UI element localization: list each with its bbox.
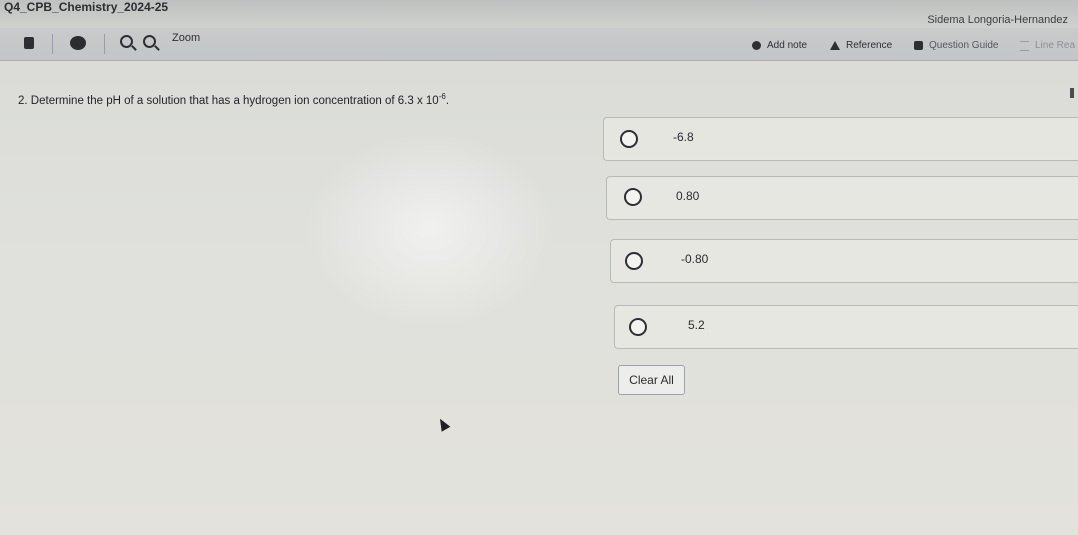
assessment-title: Q4_CPB_Chemistry_2024-25 <box>4 0 169 14</box>
clear-all-button[interactable]: Clear All <box>618 365 685 395</box>
zoom-label: Zoom <box>172 32 201 44</box>
question-number: 2. <box>18 94 28 107</box>
answer-choice-b[interactable]: 0.80 <box>606 176 1078 220</box>
question-prompt: 2. Determine the pH of a solution that h… <box>18 92 449 107</box>
add-note-icon <box>752 41 761 50</box>
radio-button[interactable] <box>624 188 642 206</box>
line-reader-button[interactable]: Line Rea <box>1020 40 1075 51</box>
line-reader-label: Line Rea <box>1035 40 1076 51</box>
flask-icon <box>830 41 840 50</box>
zoom-in-icon[interactable] <box>143 35 156 48</box>
question-guide-icon <box>914 41 923 50</box>
radio-button[interactable] <box>629 318 647 336</box>
title-bar: Q4_CPB_Chemistry_2024-25 Sidema Longoria… <box>0 0 1078 28</box>
choice-label: -0.80 <box>681 252 709 266</box>
concentration-value: 6.3 x 10 <box>397 94 439 107</box>
question-guide-button[interactable]: Question Guide <box>914 40 999 51</box>
choice-label: 5.2 <box>688 318 705 332</box>
zoom-out-icon[interactable] <box>120 35 133 48</box>
answer-choice-c[interactable]: -0.80 <box>610 239 1078 283</box>
line-reader-icon <box>1020 40 1029 51</box>
student-name: Sidema Longoria-Hernandez <box>927 14 1068 26</box>
bookmark-icon[interactable] <box>24 37 34 49</box>
add-note-button[interactable]: Add note <box>752 40 807 51</box>
concentration-exponent: -6 <box>438 92 446 101</box>
color-palette-icon[interactable] <box>70 36 86 50</box>
question-guide-label: Question Guide <box>929 40 999 51</box>
answer-choice-a[interactable]: -6.8 <box>603 117 1078 161</box>
mouse-cursor <box>435 416 451 432</box>
toolbar-divider <box>52 34 53 54</box>
choice-label: -6.8 <box>673 130 694 144</box>
choice-label: 0.80 <box>676 189 700 203</box>
radio-button[interactable] <box>625 252 643 270</box>
reference-label: Reference <box>846 40 893 51</box>
reference-button[interactable]: Reference <box>830 40 892 51</box>
answer-choice-d[interactable]: 5.2 <box>614 305 1078 349</box>
radio-button[interactable] <box>620 130 638 148</box>
question-end: . <box>445 94 450 107</box>
toolbar-divider <box>104 34 105 54</box>
toolbar: Zoom Add note Reference Question Guide L… <box>0 28 1078 61</box>
scroll-marker <box>1070 88 1074 98</box>
add-note-label: Add note <box>767 40 808 51</box>
question-text: Determine the pH of a solution that has … <box>30 94 395 107</box>
